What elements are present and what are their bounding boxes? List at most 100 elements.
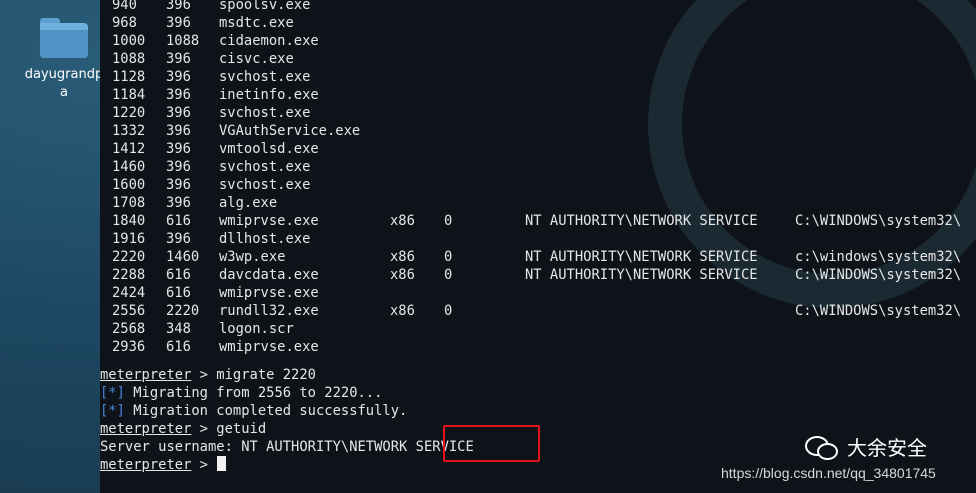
process-ppid: 396 <box>166 195 191 211</box>
terminal-line-migrate: meterpreter > migrate 2220 <box>100 367 316 383</box>
output-text: Server username: NT AUTHORITY\NETWORK SE… <box>100 439 474 455</box>
process-name: wmiprvse.exe <box>219 213 319 229</box>
process-name: svchost.exe <box>219 69 311 85</box>
process-pid: 1600 <box>112 177 146 193</box>
process-row: 1332 396 VGAuthService.exe <box>100 122 976 140</box>
process-row: 2288 616 davcdata.exe x86 0 NT AUTHORITY\NETW… <box>100 266 976 284</box>
process-ppid: 396 <box>166 123 191 139</box>
process-row: 2556 2220 rundll32.exe x86 0 C:\WINDOWS\syste… <box>100 302 976 320</box>
process-pid: 2556 <box>112 303 146 319</box>
process-pid: 1088 <box>112 51 146 67</box>
process-row: 1128 396 svchost.exe <box>100 68 976 86</box>
terminal-line-server-username: Server username: NT AUTHORITY\NETWORK SE… <box>100 438 474 456</box>
process-name: logon.scr <box>219 321 294 337</box>
process-pid: 1840 <box>112 213 146 229</box>
process-pid: 1412 <box>112 141 146 157</box>
terminal-line-migrating: [*] Migrating from 2556 to 2220... <box>100 384 382 402</box>
process-row: 2936 616 wmiprvse.exe <box>100 338 976 356</box>
wechat-icon <box>805 433 839 461</box>
process-arch: x86 <box>390 267 415 283</box>
info-marker: [*] <box>100 385 125 401</box>
folder-icon <box>40 18 88 58</box>
terminal-line-getuid: meterpreter > getuid <box>100 421 267 437</box>
process-pid: 2568 <box>112 321 146 337</box>
process-name: rundll32.exe <box>219 303 319 319</box>
process-user: NT AUTHORITY\NETWORK SERVICE <box>525 249 758 265</box>
process-ppid: 2220 <box>166 303 200 319</box>
process-ppid: 396 <box>166 0 191 13</box>
process-name: davcdata.exe <box>219 267 319 283</box>
process-row: 1600 396 svchost.exe <box>100 176 976 194</box>
process-ppid: 396 <box>166 159 191 175</box>
prompt-label: meterpreter <box>100 367 192 383</box>
process-user: NT AUTHORITY\NETWORK SERVICE <box>525 213 758 229</box>
process-name: vmtoolsd.exe <box>219 141 319 157</box>
process-pid: 940 <box>112 0 137 13</box>
process-name: cidaemon.exe <box>219 33 319 49</box>
prompt-label: meterpreter <box>100 421 192 437</box>
process-user: NT AUTHORITY\NETWORK SERVICE <box>525 267 758 283</box>
process-session: 0 <box>444 303 453 319</box>
process-row: 968 396 msdtc.exe <box>100 14 976 32</box>
watermark-url: https://blog.csdn.net/qq_34801745 <box>721 465 936 481</box>
process-pid: 1916 <box>112 231 146 247</box>
process-name: w3wp.exe <box>219 249 286 265</box>
process-ppid: 616 <box>166 285 191 301</box>
process-pid: 2288 <box>112 267 146 283</box>
process-pid: 968 <box>112 15 137 31</box>
process-ppid: 396 <box>166 15 191 31</box>
process-ppid: 1460 <box>166 249 200 265</box>
process-name: msdtc.exe <box>219 15 294 31</box>
process-ppid: 616 <box>166 213 191 229</box>
process-pid: 2220 <box>112 249 146 265</box>
process-name: wmiprvse.exe <box>219 285 319 301</box>
process-pid: 1220 <box>112 105 146 121</box>
process-session: 0 <box>444 267 453 283</box>
desktop-icon-folder[interactable]: dayugrandpa <box>22 18 106 102</box>
process-pid: 1708 <box>112 195 146 211</box>
process-name: cisvc.exe <box>219 51 294 67</box>
process-session: 0 <box>444 213 453 229</box>
process-name: VGAuthService.exe <box>219 123 361 139</box>
process-ppid: 396 <box>166 69 191 85</box>
terminal-line-completed: [*] Migration completed successfully. <box>100 402 407 420</box>
process-arch: x86 <box>390 303 415 319</box>
terminal-input-line[interactable]: meterpreter > <box>100 456 227 474</box>
process-name: alg.exe <box>219 195 278 211</box>
process-pid: 1460 <box>112 159 146 175</box>
process-row: 1184 396 inetinfo.exe <box>100 86 976 104</box>
process-row: 1460 396 svchost.exe <box>100 158 976 176</box>
process-session: 0 <box>444 249 453 265</box>
process-row: 2220 1460 w3wp.exe x86 0 NT AUTHORITY\NETWORK… <box>100 248 976 266</box>
process-name: wmiprvse.exe <box>219 339 319 355</box>
process-ppid: 616 <box>166 339 191 355</box>
process-ppid: 396 <box>166 141 191 157</box>
process-ppid: 396 <box>166 51 191 67</box>
process-row: 2424 616 wmiprvse.exe <box>100 284 976 302</box>
terminal-window[interactable]: 940 396 spoolsv.exe 968 396 msdtc.exe 1000 1088… <box>100 0 976 493</box>
process-row: 1088 396 cisvc.exe <box>100 50 976 68</box>
process-ppid: 1088 <box>166 33 200 49</box>
process-ppid: 396 <box>166 87 191 103</box>
process-ppid: 348 <box>166 321 191 337</box>
process-ppid: 396 <box>166 177 191 193</box>
brand-text: 大余安全 <box>847 436 927 460</box>
output-text: Migrating from 2556 to 2220... <box>124 385 383 401</box>
process-name: inetinfo.exe <box>219 87 319 103</box>
process-ppid: 616 <box>166 267 191 283</box>
process-name: svchost.exe <box>219 177 311 193</box>
process-name: dllhost.exe <box>219 231 311 247</box>
process-path: C:\WINDOWS\system32\ <box>795 267 962 283</box>
process-pid: 2424 <box>112 285 146 301</box>
process-arch: x86 <box>390 213 415 229</box>
text-cursor <box>217 456 227 471</box>
process-row: 1916 396 dllhost.exe <box>100 230 976 248</box>
process-path: C:\WINDOWS\system32\ <box>795 303 962 319</box>
prompt-label: meterpreter <box>100 457 192 473</box>
highlight-box <box>443 425 540 462</box>
process-arch: x86 <box>390 249 415 265</box>
desktop-icon-label: dayugrandpa <box>24 67 104 100</box>
process-row: 1000 1088 cidaemon.exe <box>100 32 976 50</box>
watermark-brand: 大余安全 <box>805 432 927 461</box>
output-text: Migration completed successfully. <box>124 403 408 419</box>
